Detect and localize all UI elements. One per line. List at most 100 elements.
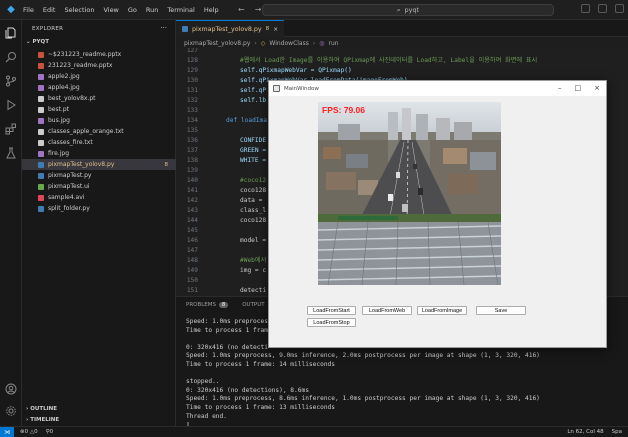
menu-terminal[interactable]: Terminal xyxy=(167,6,194,14)
line-number: 145 xyxy=(186,227,198,234)
run-debug-icon[interactable] xyxy=(4,98,18,112)
file-item[interactable]: pixmapTest.ui xyxy=(22,181,176,192)
file-name: pixmapTest.ui xyxy=(48,183,90,190)
code-text: #웹에서 Load한 Image를 이용하여 QPixmap에 사진데이터를 L… xyxy=(240,57,538,64)
code-text: data = xyxy=(240,197,263,204)
file-item[interactable]: sample4.avi xyxy=(22,192,176,203)
nav-arrows: ← → xyxy=(238,5,261,14)
errors-status: ⊗0 △0 xyxy=(20,429,38,435)
settings-gear-icon[interactable] xyxy=(4,404,18,418)
file-item[interactable]: apple2.jpg xyxy=(22,71,176,82)
file-item[interactable]: classes_fire.txt xyxy=(22,137,176,148)
line-number: 131 xyxy=(186,87,198,94)
forward-arrow-icon[interactable]: → xyxy=(255,5,262,14)
breadcrumb: pixmapTest_yolov8.py › ◇ WindowClass › ◎… xyxy=(184,38,339,48)
menu-selection[interactable]: Selection xyxy=(64,6,94,14)
tab-pixmaptest-yolov8[interactable]: pixmapTest_yolov8.py 8 × xyxy=(176,20,284,37)
account-icon[interactable] xyxy=(4,382,18,396)
file-name: best.pt xyxy=(48,106,70,113)
breadcrumb-file[interactable]: pixmapTest_yolov8.py xyxy=(184,40,250,47)
file-type-icon xyxy=(38,172,44,179)
extensions-icon[interactable] xyxy=(4,122,18,136)
line-number: 141 xyxy=(186,187,198,194)
menu-file[interactable]: File xyxy=(23,6,34,14)
file-item[interactable]: best.pt xyxy=(22,104,176,115)
cursor-position[interactable]: Ln 62, Col 48 xyxy=(567,429,603,435)
close-icon[interactable]: × xyxy=(273,26,278,33)
file-name: apple2.jpg xyxy=(48,73,80,80)
status-right: Ln 62, Col 48 Spa xyxy=(567,429,622,435)
close-icon[interactable]: × xyxy=(594,84,600,92)
file-type-icon xyxy=(38,106,44,113)
file-problem-badge: 8 xyxy=(164,161,169,168)
file-type-icon xyxy=(38,205,44,212)
indentation[interactable]: Spa xyxy=(612,429,622,435)
file-item[interactable]: apple4.jpg xyxy=(22,82,176,93)
tab-problems[interactable]: PROBLEMS 8 xyxy=(186,302,229,308)
menu-run[interactable]: Run xyxy=(146,6,158,14)
menu-edit[interactable]: Edit xyxy=(43,6,56,14)
load-from-start-button[interactable]: LoadFromStart xyxy=(307,306,356,315)
line-number: 130 xyxy=(186,77,198,84)
tab-output[interactable]: OUTPUT xyxy=(242,302,264,308)
tab-problem-count: 8 xyxy=(265,26,270,32)
back-arrow-icon[interactable]: ← xyxy=(238,5,245,14)
file-name: classes_apple_orange.txt xyxy=(48,128,124,135)
folder-root[interactable]: ⌄ PYQT xyxy=(26,39,49,45)
remote-indicator-icon[interactable]: ⋊ xyxy=(0,426,14,437)
load-from-stop-button[interactable]: LoadFromStop xyxy=(307,318,356,327)
code-text: self.qP xyxy=(240,87,267,94)
layout-toggle-icon[interactable] xyxy=(581,4,590,13)
code-text: self.qPixmapWebVar = QPixmap() xyxy=(240,67,352,74)
file-item[interactable]: fire.jpg xyxy=(22,148,176,159)
save-button[interactable]: Save xyxy=(476,306,526,315)
file-type-icon xyxy=(38,183,44,190)
qt-title-bar[interactable]: MainWindow – □ × xyxy=(269,81,606,96)
command-search-box[interactable]: ⌕ pyqt xyxy=(262,4,554,16)
line-number: 149 xyxy=(186,267,198,274)
breadcrumb-class[interactable]: WindowClass xyxy=(269,40,308,47)
file-item[interactable]: bus.jpg xyxy=(22,115,176,126)
status-problems[interactable]: ⊗0 △0 ⚲0 xyxy=(20,429,53,435)
testing-flask-icon[interactable] xyxy=(4,146,18,160)
layout-sidebar-icon[interactable] xyxy=(615,4,624,13)
code-text: WHITE = xyxy=(240,157,267,164)
file-item[interactable]: pixmapTest.py xyxy=(22,170,176,181)
file-item[interactable]: ~$231223_readme.pptx xyxy=(22,49,176,60)
file-type-icon xyxy=(38,62,44,69)
maximize-icon[interactable]: □ xyxy=(575,84,582,92)
code-line: 129 self.qPixmapWebVar = QPixmap() xyxy=(176,66,628,76)
code-text: #coco12 xyxy=(240,177,267,184)
file-item[interactable]: split_folder.py xyxy=(22,203,176,214)
minimize-icon[interactable]: – xyxy=(558,84,562,92)
warnings-count: 0 xyxy=(34,429,38,435)
problems-label: PROBLEMS xyxy=(186,302,217,308)
layout-panel-icon[interactable] xyxy=(598,4,607,13)
file-item[interactable]: pixmapTest_yolov8.py 8 xyxy=(22,159,176,170)
outline-label: OUTLINE xyxy=(30,406,57,412)
file-type-icon xyxy=(38,128,44,135)
fps-overlay: FPS: 79.06 xyxy=(322,105,365,115)
line-number: 136 xyxy=(186,137,198,144)
file-item[interactable]: 231223_readme.pptx xyxy=(22,60,176,71)
more-actions-icon[interactable]: ··· xyxy=(160,24,167,32)
load-from-web-button[interactable]: LoadFromWeb xyxy=(362,306,412,315)
menu-help[interactable]: Help xyxy=(204,6,219,14)
line-number: 137 xyxy=(186,147,198,154)
line-number: 128 xyxy=(186,57,198,64)
search-icon: ⌕ xyxy=(396,5,401,14)
explorer-icon[interactable] xyxy=(4,26,18,40)
load-from-image-button[interactable]: LoadFromImage xyxy=(417,306,467,315)
menu-go[interactable]: Go xyxy=(128,6,137,14)
file-item[interactable]: classes_apple_orange.txt xyxy=(22,126,176,137)
search-view-icon[interactable] xyxy=(4,50,18,64)
source-control-icon[interactable] xyxy=(4,74,18,88)
menu-view[interactable]: View xyxy=(103,6,118,14)
timeline-section[interactable]: › TIMELINE xyxy=(26,417,59,423)
outline-section[interactable]: › OUTLINE xyxy=(26,406,57,412)
file-tree: ~$231223_readme.pptx 231223_readme.pptxap… xyxy=(22,49,176,214)
breadcrumb-function[interactable]: run xyxy=(329,40,339,47)
file-item[interactable]: best_yolov8x.pt xyxy=(22,93,176,104)
code-text: #Web에서 xyxy=(240,257,267,264)
road-scene-photo xyxy=(318,102,501,285)
